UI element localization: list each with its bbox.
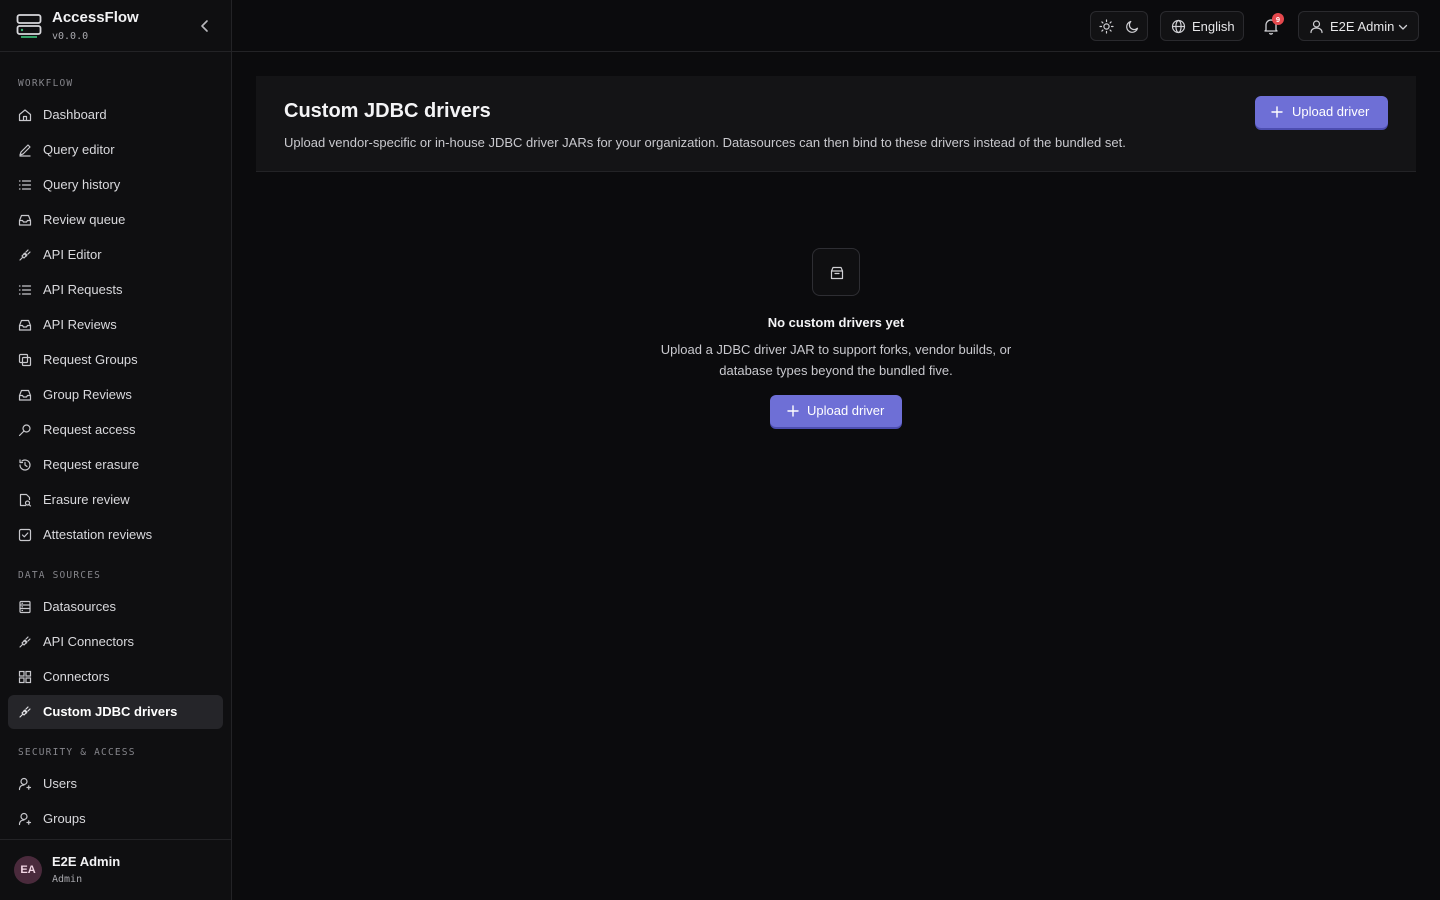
sidebar-item-request-erasure[interactable]: Request erasure [8,448,223,482]
user-menu[interactable]: E2E Admin [1298,11,1419,41]
sidebar-user-footer[interactable]: EA E2E Admin Admin [0,839,231,900]
grid-icon [18,670,32,684]
sidebar-item-request-groups[interactable]: Request Groups [8,343,223,377]
pencil-icon [19,144,31,157]
home-icon [18,109,32,122]
key-icon [18,424,31,437]
sidebar-item-label: Request Groups [43,352,138,367]
page-header: Custom JDBC drivers Upload vendor-specif… [256,76,1416,172]
sidebar-item-label: Group Reviews [43,387,132,402]
sidebar-item-label: Query history [43,177,121,192]
inbox-icon [18,389,32,401]
collapse-sidebar-icon[interactable] [194,15,216,37]
footer-user-role: Admin [52,874,83,885]
moon-icon[interactable] [1125,19,1140,34]
empty-state-description: Upload a JDBC driver JAR to support fork… [660,342,1012,378]
history-icon [19,459,31,471]
page-title: Custom JDBC drivers [284,100,491,122]
sidebar-item-label: Request erasure [43,457,140,472]
upload-driver-button[interactable]: Upload driver [1255,96,1388,128]
sidebar-item-custom-jdbc-drivers[interactable]: Custom JDBC drivers [8,695,223,729]
sidebar-item-erasure-review[interactable]: Erasure review [8,483,223,517]
sidebar-item-label: API Reviews [43,317,117,332]
empty-state-upload-button[interactable]: Upload driver [770,395,902,427]
package-icon [830,266,844,280]
user-cog-icon [18,777,32,791]
sidebar-item-users[interactable]: Users [8,767,223,801]
upload-driver-label: Upload driver [1292,104,1370,119]
list-icon [18,285,32,295]
footer-user-name: E2E Admin [52,854,121,869]
sidebar-item-api-reviews[interactable]: API Reviews [8,308,223,342]
language-label: English [1192,19,1235,34]
section-title-data-sources: DATA SOURCES [18,570,102,581]
sidebar-item-api-editor[interactable]: API Editor [8,238,223,272]
section-title-security-access: SECURITY & ACCESS [18,747,136,758]
sidebar-item-label: Datasources [43,599,116,614]
user-menu-label: E2E Admin [1330,19,1395,34]
topbar: English 9 E2E Admin [232,0,1440,52]
file-search-icon [19,493,32,507]
sidebar-item-label: Query editor [43,142,115,157]
sidebar-item-label: Groups [43,811,86,826]
list-icon [18,180,32,190]
plus-icon [787,405,799,417]
brand: AccessFlow v0.0.0 [0,0,231,52]
app-name: AccessFlow [52,9,139,26]
empty-state-title: No custom drivers yet [767,315,905,330]
sidebar-item-query-editor[interactable]: Query editor [8,133,223,167]
page-description: Upload vendor-specific or in-house JDBC … [284,135,1126,150]
copy-icon [18,353,32,367]
sidebar-item-label: Erasure review [43,492,130,507]
inbox-icon [18,319,32,331]
plug-icon [19,249,31,261]
sidebar-item-label: API Editor [43,247,102,262]
database-icon [19,600,31,614]
app-root: AccessFlow v0.0.0 WORKFLOW Dashboard Que… [0,0,1440,900]
sidebar-item-connectors[interactable]: Connectors [8,660,223,694]
sidebar-item-label: Users [43,776,77,791]
inbox-icon [18,214,32,226]
empty-state-icon-box [812,248,860,296]
sidebar-item-label: Review queue [43,212,126,227]
plug-icon [19,636,31,648]
sidebar-item-request-access[interactable]: Request access [8,413,223,447]
sidebar-item-dashboard[interactable]: Dashboard [8,98,223,132]
globe-icon [1171,19,1186,34]
avatar: EA [14,856,42,884]
theme-toggle[interactable] [1090,11,1148,41]
section-title-workflow: WORKFLOW [18,78,74,89]
sidebar-item-attestation-reviews[interactable]: Attestation reviews [8,518,223,552]
language-select[interactable]: English [1160,11,1244,41]
sidebar-item-label: API Requests [43,282,123,297]
sidebar-item-datasources[interactable]: Datasources [8,590,223,624]
sidebar-item-label: Custom JDBC drivers [43,704,178,719]
server-logo-icon [16,14,42,38]
sidebar-item-label: Request access [43,422,136,437]
app-version: v0.0.0 [52,31,89,42]
chevron-down-icon [1398,24,1408,30]
sidebar-item-label: Attestation reviews [43,527,153,542]
check-square-icon [18,528,32,542]
sidebar-item-groups[interactable]: Groups [8,802,223,836]
sidebar-item-label: API Connectors [43,634,135,649]
sidebar-item-review-queue[interactable]: Review queue [8,203,223,237]
empty-upload-label: Upload driver [807,403,885,418]
sun-icon[interactable] [1099,19,1114,34]
sidebar-item-api-requests[interactable]: API Requests [8,273,223,307]
sidebar-item-query-history[interactable]: Query history [8,168,223,202]
sidebar-item-label: Connectors [43,669,110,684]
user-cog-icon [18,812,32,826]
sidebar: AccessFlow v0.0.0 WORKFLOW Dashboard Que… [0,0,232,900]
plug-icon [19,706,31,718]
plus-icon [1271,106,1283,118]
notification-badge: 9 [1272,13,1284,25]
user-icon [1310,20,1323,34]
sidebar-item-group-reviews[interactable]: Group Reviews [8,378,223,412]
sidebar-item-api-connectors[interactable]: API Connectors [8,625,223,659]
sidebar-item-label: Dashboard [43,107,107,122]
